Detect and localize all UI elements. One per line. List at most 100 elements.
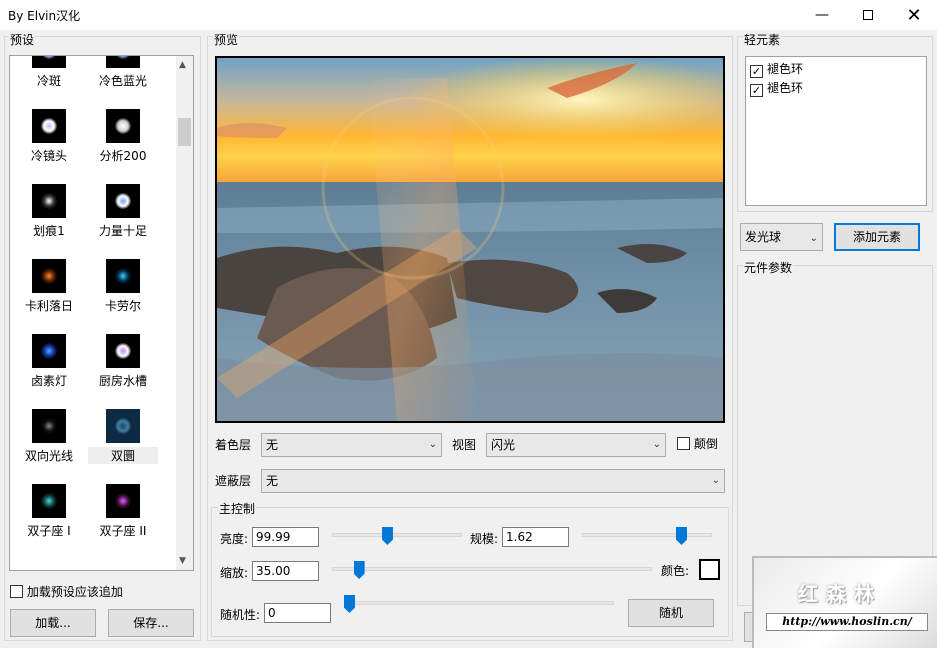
invert-checkbox[interactable]: [677, 437, 690, 450]
element-list[interactable]: ✓ 褪色环 ✓ 褪色环: [745, 56, 927, 206]
preset-name: 冷色蓝光: [98, 74, 147, 88]
chevron-down-icon: ⌄: [428, 439, 437, 450]
brightness-slider-track[interactable]: [332, 533, 462, 537]
preset-thumbnail: [32, 334, 66, 368]
preset-name: 分析200: [99, 149, 147, 163]
view-label: 视图: [452, 438, 477, 452]
preset-name: 双向光线: [24, 449, 73, 463]
preset-thumbnail: [32, 409, 66, 443]
scroll-thumb[interactable]: [178, 118, 191, 146]
zoom-input[interactable]: 35.00: [252, 561, 319, 581]
random-seed-input[interactable]: 0: [264, 603, 331, 623]
element-list-item[interactable]: ✓ 褪色环: [750, 79, 922, 98]
random-button[interactable]: 随机: [628, 599, 714, 627]
preset-item[interactable]: 冷镜头: [14, 109, 84, 164]
preset-name: 双子座 II: [99, 524, 147, 538]
preset-item[interactable]: 卤素灯: [14, 334, 84, 389]
view-select[interactable]: 闪光 ⌄: [486, 433, 666, 457]
element-list-item[interactable]: ✓ 褪色环: [750, 60, 922, 79]
color-label: 颜色:: [661, 564, 690, 578]
random-seed-slider-track[interactable]: [344, 601, 614, 605]
preset-thumbnail: [106, 56, 140, 68]
color-swatch[interactable]: [699, 559, 720, 580]
scale-label: 规模:: [470, 532, 499, 546]
invert-option[interactable]: 颠倒: [677, 435, 718, 452]
save-button[interactable]: 保存...: [108, 609, 194, 637]
element-name: 褪色环: [767, 81, 804, 95]
preset-item[interactable]: 分析200: [88, 109, 158, 164]
mask-layer-label: 遮蔽层: [215, 474, 252, 488]
preset-item[interactable]: 划痕1: [14, 184, 84, 239]
color-layer-select[interactable]: 无 ⌄: [261, 433, 442, 457]
close-button[interactable]: ✕: [891, 0, 937, 30]
element-type-select[interactable]: 发光球 ⌄: [740, 223, 823, 251]
preset-name: 冷镜头: [30, 149, 67, 163]
preset-item[interactable]: 卡利落日: [14, 259, 84, 314]
preset-list[interactable]: 冷斑 冷色蓝光 冷镜头 分析200 划痕1 力量十足 卡利落日 卡劳尔 卤素灯 厨房水槽 双向光线双…: [9, 55, 194, 571]
minimize-button[interactable]: —: [799, 0, 845, 30]
preset-name: 卡利落日: [24, 299, 73, 313]
preset-thumbnail: [106, 109, 140, 143]
preset-name: 冷斑: [36, 74, 61, 88]
scroll-up-icon[interactable]: ▲: [179, 60, 186, 70]
preset-name: 力量十足: [98, 224, 147, 238]
title-bar: By Elvin汉化 — ✕: [0, 0, 937, 30]
light-elements-group-label: 轻元素: [743, 31, 782, 48]
minimize-icon: —: [815, 7, 829, 23]
preset-item[interactable]: 双子座 I: [14, 484, 84, 539]
preset-item[interactable]: 卡劳尔: [88, 259, 158, 314]
chevron-down-icon: ⌄: [652, 439, 661, 450]
scale-input[interactable]: 1.62: [502, 527, 569, 547]
close-icon: ✕: [906, 4, 922, 26]
mask-layer-value: 无: [266, 474, 279, 488]
element-type-value: 发光球: [745, 230, 782, 244]
preset-thumbnail: [32, 259, 66, 293]
preset-thumbnail: [32, 184, 66, 218]
preset-name: 卡劳尔: [104, 299, 141, 313]
zoom-label: 缩放:: [220, 566, 249, 580]
maximize-button[interactable]: [845, 0, 891, 30]
append-checkbox[interactable]: [10, 585, 23, 598]
preset-thumbnail: [106, 184, 140, 218]
element-params-panel: [737, 265, 933, 606]
watermark-brand: 红森林: [798, 582, 882, 606]
scroll-down-icon[interactable]: ▼: [179, 556, 186, 566]
add-element-button[interactable]: 添加元素: [834, 223, 920, 251]
preset-item[interactable]: 冷斑: [14, 56, 84, 89]
preset-item[interactable]: 厨房水槽: [88, 334, 158, 389]
preset-thumbnail: [32, 56, 66, 68]
preset-name: 厨房水槽: [98, 374, 147, 388]
window-title: By Elvin汉化: [8, 9, 81, 23]
color-layer-value: 无: [266, 438, 279, 452]
preview-group-label: 预览: [213, 31, 240, 48]
preset-thumbnail: [106, 259, 140, 293]
preset-name: 卤素灯: [30, 374, 67, 388]
preset-name: 划痕1: [33, 224, 65, 238]
mask-layer-select[interactable]: 无 ⌄: [261, 469, 725, 493]
brightness-input[interactable]: 99.99: [252, 527, 319, 547]
element-checkbox[interactable]: ✓: [750, 65, 763, 78]
preset-item[interactable]: 冷色蓝光: [88, 56, 158, 89]
preset-thumbnail: [32, 109, 66, 143]
scale-slider-track[interactable]: [582, 533, 712, 537]
append-presets-option[interactable]: 加载预设应该追加: [10, 583, 123, 600]
preset-item[interactable]: 力量十足: [88, 184, 158, 239]
element-checkbox[interactable]: ✓: [750, 84, 763, 97]
load-button[interactable]: 加载...: [10, 609, 96, 637]
presets-group-label: 预设: [9, 31, 36, 48]
main-control-label: 主控制: [218, 500, 257, 517]
element-params-label: 元件参数: [743, 259, 794, 276]
preset-item[interactable]: 双圜: [88, 409, 158, 464]
zoom-slider-track[interactable]: [332, 567, 652, 571]
color-layer-label: 着色层: [215, 438, 252, 452]
preset-thumbnail: [32, 484, 66, 518]
preview-image[interactable]: [215, 56, 725, 423]
preset-item[interactable]: 双向光线: [14, 409, 84, 464]
watermark: 红森林 http://www.hoslin.cn/: [752, 556, 937, 648]
chevron-down-icon: ⌄: [711, 475, 720, 486]
element-name: 褪色环: [767, 62, 804, 76]
view-value: 闪光: [491, 438, 516, 452]
maximize-icon: [863, 10, 873, 20]
preset-name: 双子座 I: [27, 524, 71, 538]
preset-item[interactable]: 双子座 II: [88, 484, 158, 539]
